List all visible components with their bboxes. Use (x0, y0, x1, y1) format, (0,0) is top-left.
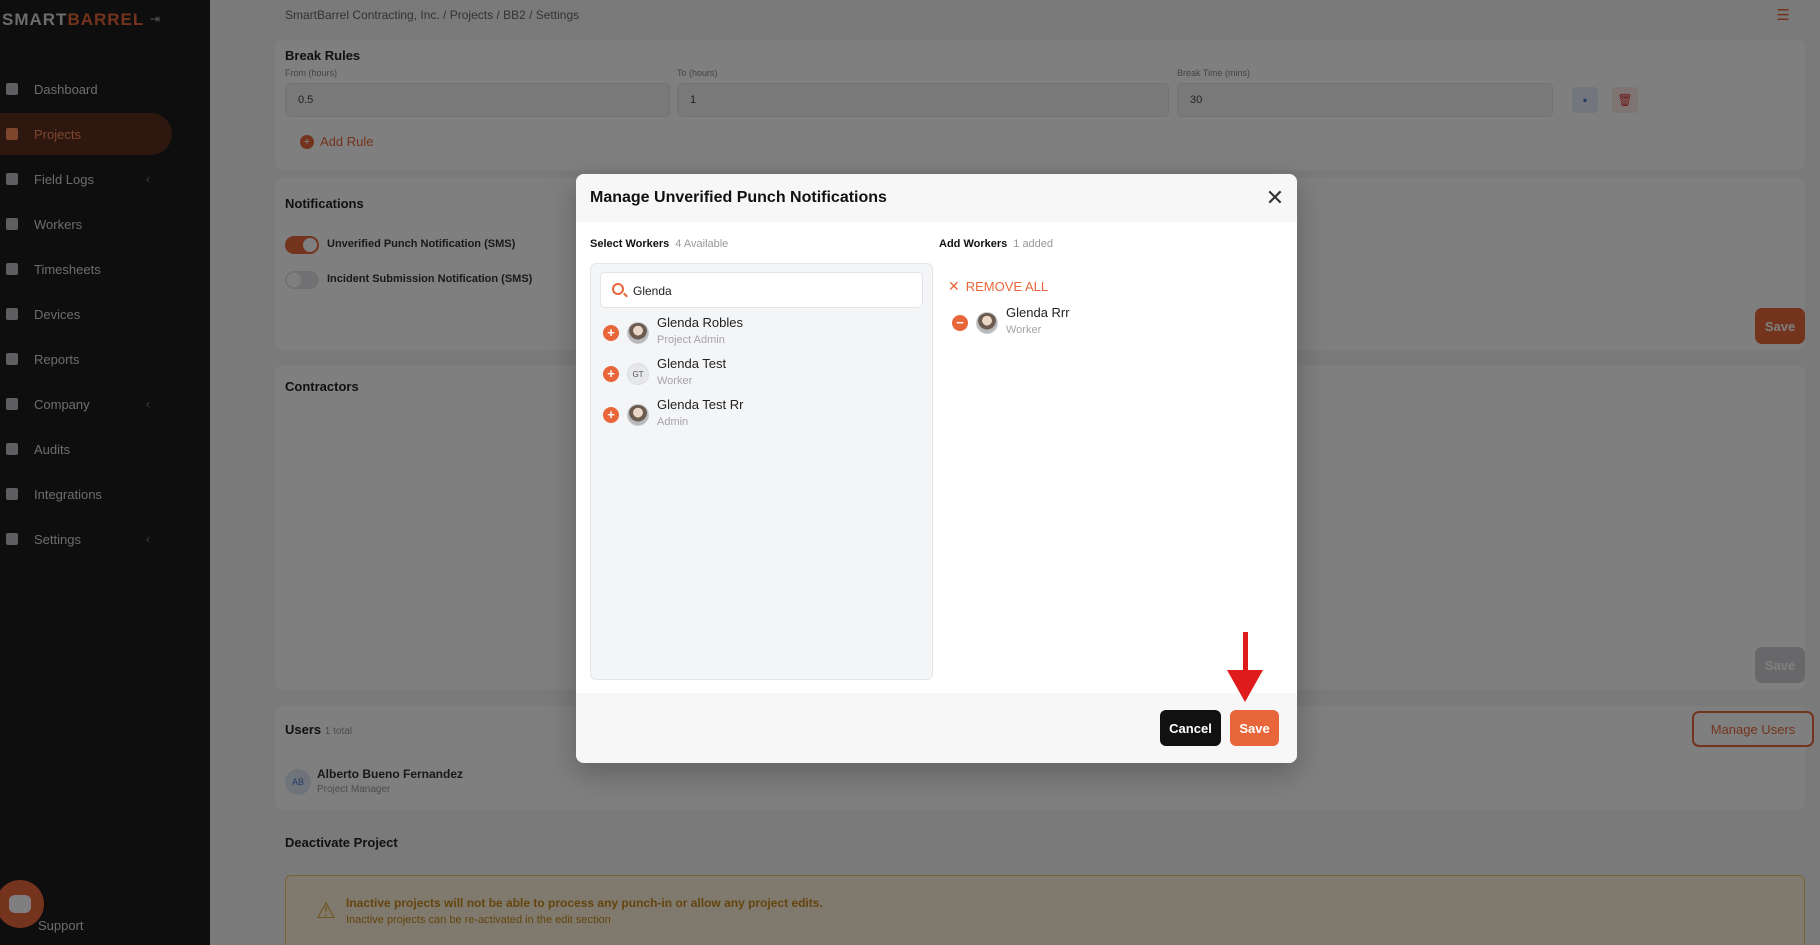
avatar (627, 404, 649, 426)
worker-role: Project Admin (657, 334, 725, 346)
search-input[interactable] (633, 282, 913, 300)
add-worker-icon[interactable]: + (603, 366, 619, 382)
add-workers-label: Add Workers 1 added (939, 238, 1054, 250)
cancel-button[interactable]: Cancel (1160, 710, 1221, 746)
annotation-arrow-head (1227, 670, 1263, 702)
avatar: GT (627, 363, 649, 385)
avatar (627, 322, 649, 344)
modal-header: Manage Unverified Punch Notifications ✕ (576, 174, 1297, 222)
manage-notifications-modal: Manage Unverified Punch Notifications ✕ … (576, 174, 1297, 763)
close-icon[interactable]: ✕ (1263, 185, 1287, 210)
worker-name: Glenda Rrr (1006, 305, 1070, 320)
worker-role: Admin (657, 416, 689, 428)
save-button[interactable]: Save (1230, 710, 1279, 746)
worker-search-box[interactable] (600, 272, 923, 308)
list-item: − Glenda Rrr Worker (952, 304, 1272, 342)
remove-worker-icon[interactable]: − (952, 315, 968, 331)
annotation-arrow (1243, 632, 1248, 674)
search-icon (612, 283, 624, 295)
worker-name: Glenda Robles (657, 315, 743, 330)
worker-role: Worker (657, 375, 693, 387)
list-item: + GT Glenda Test Worker (603, 355, 923, 393)
avatar (976, 312, 998, 334)
list-item: + Glenda Test Rr Admin (603, 396, 923, 434)
worker-name: Glenda Test (657, 356, 727, 371)
worker-name: Glenda Test Rr (657, 397, 744, 412)
close-icon: ✕ (948, 278, 960, 294)
add-worker-icon[interactable]: + (603, 407, 619, 423)
available-workers-panel: + Glenda Robles Project Admin + GT Glend… (590, 263, 933, 680)
modal-title: Manage Unverified Punch Notifications (590, 189, 887, 206)
worker-role: Worker (1006, 324, 1042, 336)
add-worker-icon[interactable]: + (603, 325, 619, 341)
select-workers-label: Select Workers 4 Available (590, 238, 729, 250)
list-item: + Glenda Robles Project Admin (603, 314, 923, 352)
remove-all-button[interactable]: ✕ REMOVE ALL (948, 278, 1048, 295)
